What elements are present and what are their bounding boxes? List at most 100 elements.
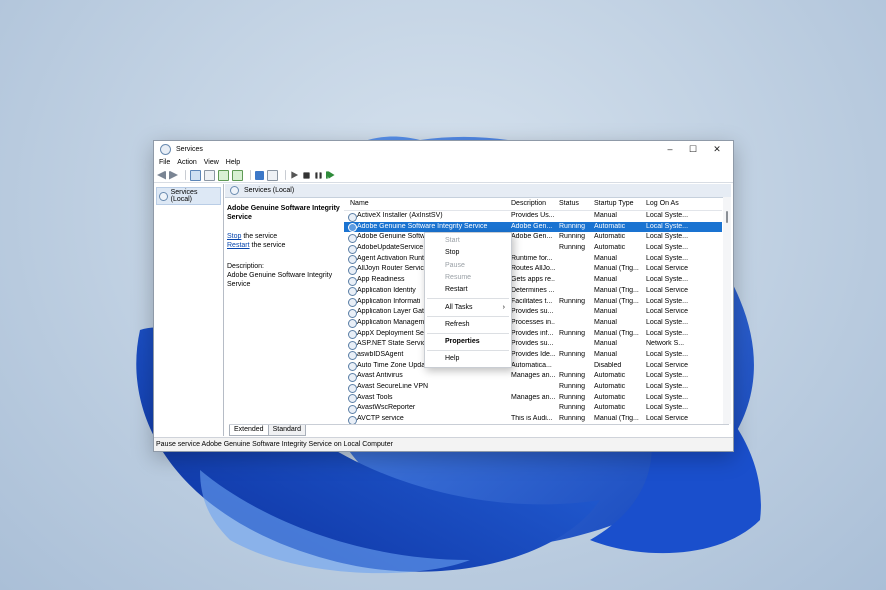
- cell-description: Automatica...: [511, 361, 552, 369]
- console-tree-icon[interactable]: [190, 169, 201, 181]
- table-row[interactable]: Application Identity Determines ... Manual…: [344, 286, 722, 297]
- cell-log-on-as: Local Service: [646, 415, 689, 423]
- menu-action[interactable]: Action: [177, 159, 196, 166]
- back-icon[interactable]: [157, 170, 166, 180]
- ctx-pause[interactable]: Pause: [445, 262, 465, 269]
- start-service-icon[interactable]: [291, 171, 299, 179]
- service-gear-icon: [348, 265, 357, 275]
- table-row[interactable]: AdobeUpdateService Running Automatic Local …: [344, 243, 722, 254]
- table-row[interactable]: ASP.NET State Service Provides su... Manua…: [344, 339, 722, 350]
- table-row[interactable]: ActiveX Installer (AxInstSV) Provides Us.…: [344, 211, 722, 222]
- tab-extended[interactable]: Extended: [229, 425, 269, 436]
- table-row[interactable]: AVCTP service This is Audi... Running Manua…: [344, 414, 722, 424]
- service-gear-icon: [348, 319, 357, 329]
- stop-service-icon[interactable]: [303, 171, 310, 179]
- table-row[interactable]: Application Informati Facilitates t... Run…: [344, 297, 722, 308]
- table-row[interactable]: aswbIDSAgent Provides Ide... Running Manual…: [344, 350, 722, 361]
- table-row[interactable]: Adobe Genuine Software Integrity Service…: [344, 221, 722, 233]
- service-gear-icon: [348, 308, 357, 318]
- cell-startup-type: Manual (Trig...: [594, 329, 639, 337]
- stop-service-link[interactable]: Stop: [227, 233, 241, 240]
- cell-description: Processes in...: [511, 318, 555, 326]
- cell-log-on-as: Local Syste...: [646, 222, 689, 230]
- ctx-separator: [427, 316, 509, 317]
- table-row[interactable]: Application Managem Processes in... Manual…: [344, 318, 722, 329]
- vertical-scrollbar[interactable]: [723, 197, 731, 424]
- cell-description: Routes AllJo...: [511, 265, 555, 273]
- cell-status: Running: [559, 372, 586, 380]
- ctx-start[interactable]: Start: [445, 237, 460, 244]
- table-row[interactable]: Agent Activation Runt Runtime for... Manua…: [344, 254, 722, 265]
- ctx-help[interactable]: Help: [445, 355, 459, 362]
- cell-log-on-as: Local Syste...: [646, 372, 689, 380]
- ctx-resume[interactable]: Resume: [445, 274, 471, 281]
- context-menu: Start Stop Pause Resume Restart All Task…: [424, 232, 512, 368]
- properties-pane-icon[interactable]: [204, 169, 215, 181]
- table-row[interactable]: Avast SecureLine VPN Running Automatic Loca…: [344, 382, 722, 393]
- cell-log-on-as: Local Service: [646, 286, 689, 294]
- cell-log-on-as: Local Syste...: [646, 329, 689, 337]
- cell-startup-type: Disabled: [594, 361, 622, 369]
- table-row[interactable]: Adobe Genuine Software Adobe Gen... Runnin…: [344, 232, 722, 243]
- cell-name: Adobe Genuine Software Integrity Service: [357, 222, 488, 230]
- service-gear-icon: [348, 287, 357, 297]
- cell-startup-type: Automatic: [594, 233, 626, 241]
- help-icon[interactable]: [255, 170, 264, 180]
- table-row[interactable]: AvastWscReporter Running Automatic Local Sy…: [344, 403, 722, 414]
- cell-startup-type: Manual (Trig...: [594, 297, 639, 305]
- ctx-restart[interactable]: Restart: [445, 286, 468, 293]
- menu-help[interactable]: Help: [226, 159, 240, 166]
- col-startup-type[interactable]: Startup Type: [594, 200, 642, 207]
- table-row[interactable]: Avast Antivirus Manages an... Running Autom…: [344, 371, 722, 382]
- restart-link-suffix: the service: [249, 242, 286, 249]
- cell-startup-type: Automatic: [594, 404, 626, 412]
- service-gear-icon: [348, 372, 357, 382]
- table-row[interactable]: AppX Deployment Serv Provides inf... Runni…: [344, 329, 722, 340]
- menu-file[interactable]: File: [159, 159, 170, 166]
- pause-service-icon[interactable]: [315, 171, 322, 179]
- table-row[interactable]: Auto Time Zone Updater Automatica... Disab…: [344, 361, 722, 372]
- cell-status: Running: [559, 393, 586, 401]
- cell-status: Running: [559, 404, 586, 412]
- cell-log-on-as: Local Syste...: [646, 297, 689, 305]
- maximize-button[interactable]: ☐: [682, 143, 704, 155]
- cell-startup-type: Manual: [594, 340, 617, 348]
- close-button[interactable]: ✕: [706, 143, 728, 155]
- restart-service-icon[interactable]: [326, 171, 335, 179]
- cell-status: Running: [559, 350, 586, 358]
- refresh-icon[interactable]: [218, 169, 229, 181]
- forward-icon[interactable]: [169, 170, 178, 180]
- table-row[interactable]: AllJoyn Router Service Routes AllJo... Man…: [344, 264, 722, 275]
- ctx-refresh[interactable]: Refresh: [445, 321, 470, 328]
- col-description[interactable]: Description: [511, 200, 555, 207]
- cell-startup-type: Automatic: [594, 383, 626, 390]
- ctx-stop[interactable]: Stop: [445, 249, 459, 256]
- cell-startup-type: Manual (Trig...: [594, 286, 639, 294]
- table-row[interactable]: Application Layer Gate Provides su... Manu…: [344, 307, 722, 318]
- ctx-properties[interactable]: Properties: [445, 338, 480, 345]
- service-gear-icon: [348, 394, 357, 404]
- table-row[interactable]: Avast Tools Manages an... Running Automatic…: [344, 393, 722, 404]
- show-hide-icon[interactable]: [267, 169, 278, 181]
- cell-name: Avast SecureLine VPN: [357, 383, 429, 390]
- col-status[interactable]: Status: [559, 200, 591, 207]
- tree-node-services-local[interactable]: Services (Local): [156, 187, 221, 205]
- export-list-icon[interactable]: [232, 169, 243, 181]
- cell-description: Facilitates t...: [511, 297, 553, 305]
- tab-standard[interactable]: Standard: [267, 425, 307, 436]
- menu-view[interactable]: View: [204, 159, 219, 166]
- col-name[interactable]: Name: [350, 200, 498, 207]
- scrollbar-thumb[interactable]: [726, 211, 728, 223]
- ctx-all-tasks[interactable]: All Tasks: [445, 304, 473, 311]
- services-list: ^ Name Description Status Startup Type L…: [344, 197, 722, 424]
- cell-log-on-as: Local Syste...: [646, 254, 689, 262]
- table-row[interactable]: App Readiness Gets apps re... Manual Local …: [344, 275, 722, 286]
- col-log-on-as[interactable]: Log On As: [646, 200, 690, 207]
- cell-description: Adobe Gen...: [511, 222, 553, 230]
- service-gear-icon: [348, 330, 357, 340]
- minimize-button[interactable]: –: [659, 143, 681, 155]
- restart-service-link[interactable]: Restart: [227, 242, 250, 249]
- stop-link-suffix: the service: [241, 233, 278, 240]
- cell-status: Running: [559, 329, 586, 337]
- cell-name: AvastWscReporter: [357, 404, 416, 412]
